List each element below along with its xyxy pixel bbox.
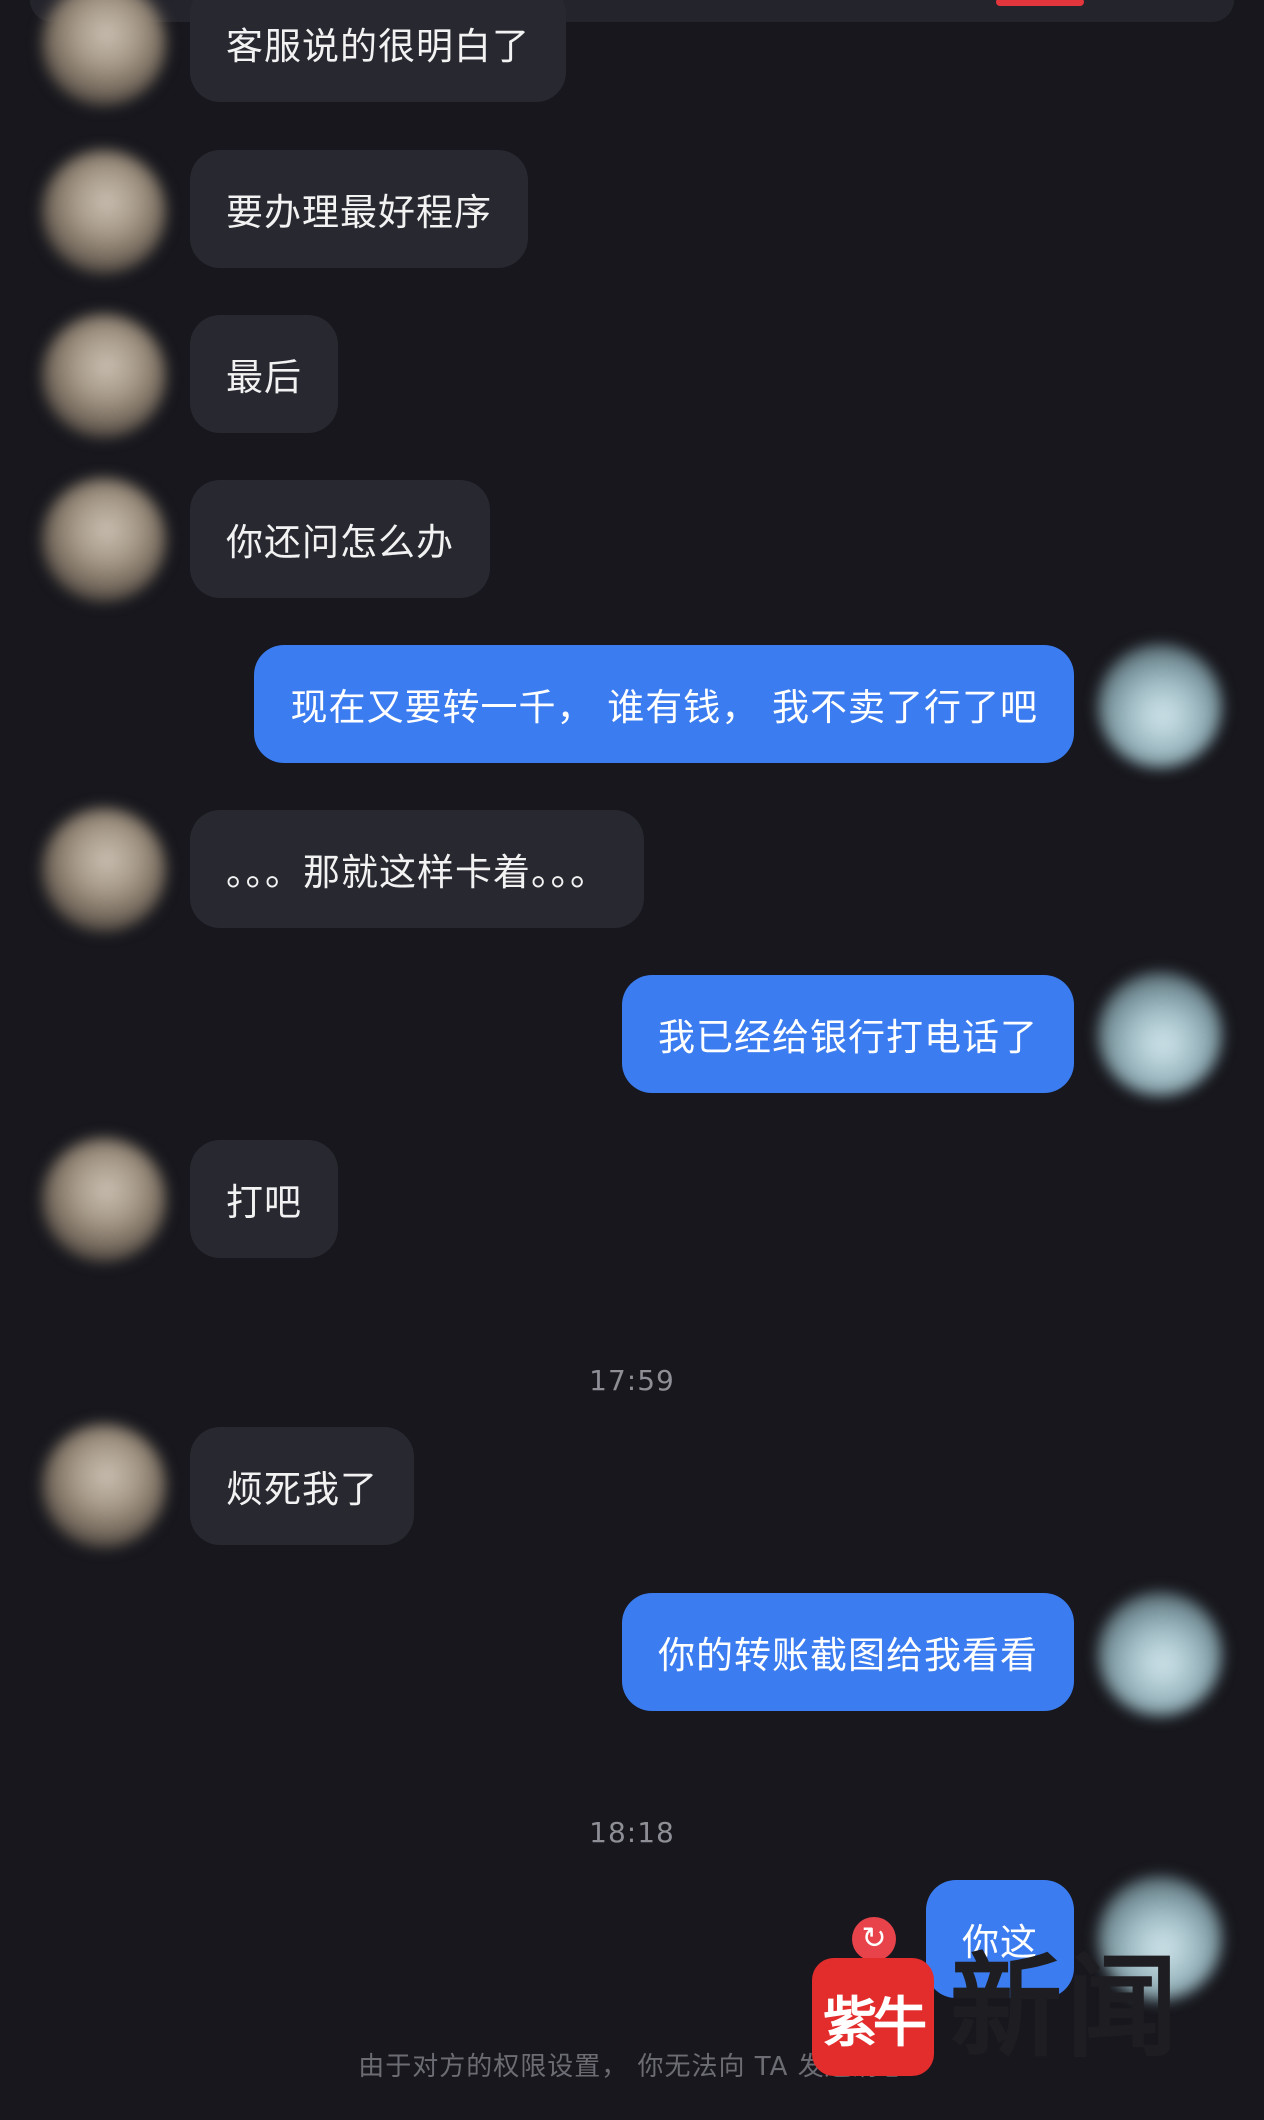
message-timestamp: 17:59	[589, 1364, 675, 1397]
message-bubble-outgoing[interactable]: 你的转账截图给我看看	[622, 1593, 1074, 1711]
message-bubble-incoming[interactable]: 打吧	[190, 1140, 338, 1258]
message-text: 你还问怎么办	[226, 521, 454, 564]
my-avatar[interactable]	[1098, 644, 1222, 768]
message-bubble-outgoing[interactable]: 我已经给银行打电话了	[622, 975, 1074, 1093]
notification-indicator	[996, 0, 1084, 6]
contact-avatar[interactable]	[42, 150, 166, 274]
watermark-text: 新闻	[950, 1942, 1182, 2073]
contact-avatar[interactable]	[42, 314, 166, 438]
retry-icon[interactable]: ↻	[852, 1917, 896, 1961]
message-bubble-incoming[interactable]: 最后	[190, 315, 338, 433]
message-text: 我已经给银行打电话了	[658, 1016, 1038, 1059]
contact-avatar[interactable]	[42, 1138, 166, 1262]
message-text: 现在又要转一千， 谁有钱， 我不卖了行了吧	[290, 686, 1038, 729]
contact-avatar[interactable]	[42, 478, 166, 602]
watermark-logo: 紫牛	[812, 1958, 934, 2076]
message-bubble-incoming[interactable]: 你还问怎么办	[190, 480, 490, 598]
message-bubble-incoming[interactable]: 。。。那就这样卡着。。。	[190, 810, 644, 928]
my-avatar[interactable]	[1098, 972, 1222, 1096]
message-text: 客服说的很明白了	[226, 25, 530, 68]
message-timestamp: 18:18	[589, 1816, 675, 1849]
watermark: 紫牛 新闻	[812, 1952, 1232, 2076]
message-text: 要办理最好程序	[226, 191, 492, 234]
message-bubble-incoming[interactable]: 烦死我了	[190, 1427, 414, 1545]
message-bubble-incoming[interactable]: 客服说的很明白了	[190, 0, 566, 102]
message-text: 打吧	[226, 1181, 302, 1224]
my-avatar[interactable]	[1098, 1592, 1222, 1716]
contact-avatar[interactable]	[42, 0, 166, 106]
message-bubble-incoming[interactable]: 要办理最好程序	[190, 150, 528, 268]
message-bubble-outgoing[interactable]: 现在又要转一千， 谁有钱， 我不卖了行了吧	[254, 645, 1074, 763]
message-text: 最后	[226, 356, 302, 399]
contact-avatar[interactable]	[42, 1424, 166, 1548]
message-text: 你的转账截图给我看看	[658, 1634, 1038, 1677]
message-text: 。。。那就这样卡着。。。	[226, 851, 608, 894]
message-text: 烦死我了	[226, 1468, 378, 1511]
contact-avatar[interactable]	[42, 808, 166, 932]
